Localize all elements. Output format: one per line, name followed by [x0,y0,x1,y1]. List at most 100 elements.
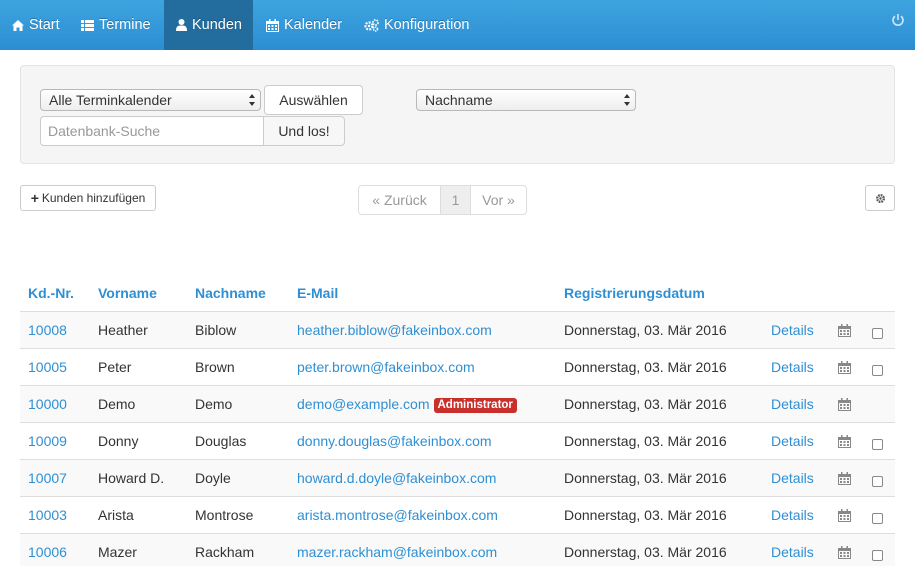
last-name-cell: Montrose [195,507,254,523]
customer-id-link[interactable]: 10003 [28,507,67,523]
calendar-select-value: Alle Terminkalender [49,92,172,108]
first-name-cell: Heather [98,322,148,338]
sort-select[interactable]: Nachname [416,89,636,111]
first-name-cell: Mazer [98,544,137,560]
header-customer-number[interactable]: Kd.-Nr. [28,285,74,301]
table-row: 10008 Heather Biblow heather.biblow@fakeinb… [20,311,895,348]
admin-badge: Administrator [433,398,517,413]
nav-label: Konfiguration [384,17,470,33]
registration-date-cell: Donnerstag, 03. Mär 2016 [564,396,727,412]
nav-item-konfiguration[interactable]: Konfiguration [364,0,469,50]
calendar-icon[interactable] [838,361,851,374]
customer-id-link[interactable]: 10000 [28,396,67,412]
header-first-name[interactable]: Vorname [98,285,157,301]
pager-next[interactable]: Vor » [471,186,526,214]
details-link[interactable]: Details [771,507,814,523]
email-link[interactable]: mazer.rackham@fakeinbox.com [297,544,497,560]
row-checkbox[interactable] [872,328,883,339]
row-checkbox[interactable] [872,476,883,487]
registration-date-cell: Donnerstag, 03. Mär 2016 [564,433,727,449]
nav-item-start[interactable]: Start [12,0,60,50]
top-navbar: Start Termine Kunden Kalender Konfigurat… [0,0,915,50]
table-row: 10005 Peter Brown peter.brown@fakeinbox.com… [20,348,895,385]
table-row: 10003 Arista Montrose arista.montrose@fakei… [20,496,895,533]
email-link[interactable]: heather.biblow@fakeinbox.com [297,322,492,338]
customer-id-link[interactable]: 10009 [28,433,67,449]
last-name-cell: Biblow [195,322,237,338]
select-button-label: Auswählen [279,92,348,108]
row-checkbox[interactable] [872,439,883,450]
email-link[interactable]: peter.brown@fakeinbox.com [297,359,475,375]
calendar-icon[interactable] [838,472,851,485]
table-row: 10000 Demo Demo demo@example.com Administrat… [20,385,895,422]
select-arrows-icon [624,94,630,106]
details-link[interactable]: Details [771,470,814,486]
last-name-cell: Douglas [195,433,247,449]
select-arrows-icon [249,94,255,106]
header-email[interactable]: E-Mail [297,285,338,301]
calendar-icon[interactable] [838,435,851,448]
search-input[interactable]: Datenbank-Suche [40,116,264,146]
registration-date-cell: Donnerstag, 03. Mär 2016 [564,322,727,338]
details-link[interactable]: Details [771,322,814,338]
plus-icon: + [30,190,39,206]
email-link[interactable]: donny.douglas@fakeinbox.com [297,433,492,449]
last-name-cell: Demo [195,396,233,412]
pagination: « Zurück 1 Vor » [358,185,527,215]
details-link[interactable]: Details [771,433,814,449]
header-last-name[interactable]: Nachname [195,285,266,301]
email-cell: donny.douglas@fakeinbox.com [297,433,492,449]
header-registration-date[interactable]: Registrierungsdatum [564,285,705,301]
pager-prev[interactable]: « Zurück [359,186,440,214]
list-icon [81,19,94,31]
customer-id-link[interactable]: 10005 [28,359,67,375]
search-button[interactable]: Und los! [263,116,345,146]
nav-label: Termine [99,17,151,33]
calendar-icon[interactable] [838,398,851,411]
nav-item-termine[interactable]: Termine [81,0,151,50]
registration-date-cell: Donnerstag, 03. Mär 2016 [564,470,727,486]
gear-icon [875,193,885,203]
first-name-cell: Howard D. [98,470,165,486]
power-icon[interactable] [891,13,905,27]
calendar-icon[interactable] [838,546,851,559]
search-button-label: Und los! [278,123,330,139]
first-name-cell: Demo [98,396,136,412]
settings-button[interactable] [865,185,895,211]
first-name-cell: Peter [98,359,132,375]
row-checkbox[interactable] [872,513,883,524]
details-link[interactable]: Details [771,359,814,375]
last-name-cell: Doyle [195,470,231,486]
row-checkbox[interactable] [872,365,883,376]
table-row: 10006 Mazer Rackham mazer.rackham@fakeinbox… [20,533,895,566]
nav-item-kunden[interactable]: Kunden [164,0,253,50]
nav-item-kalender[interactable]: Kalender [266,0,342,50]
registration-date-cell: Donnerstag, 03. Mär 2016 [564,507,727,523]
home-icon [12,19,24,31]
calendar-select[interactable]: Alle Terminkalender [40,89,261,111]
nav-label: Kalender [284,17,343,33]
customer-id-link[interactable]: 10007 [28,470,67,486]
user-icon [176,19,187,31]
email-link[interactable]: demo@example.com [297,396,430,412]
table-row: 10009 Donny Douglas donny.douglas@fakeinbox… [20,422,895,459]
details-link[interactable]: Details [771,396,814,412]
calendar-icon[interactable] [838,324,851,337]
email-link[interactable]: howard.d.doyle@fakeinbox.com [297,470,496,486]
nav-label: Start [29,17,60,33]
add-customer-button[interactable]: + Kunden hinzufügen [20,185,156,211]
registration-date-cell: Donnerstag, 03. Mär 2016 [564,544,727,560]
add-customer-label: Kunden hinzufügen [41,191,146,205]
pager-page[interactable]: 1 [440,186,471,214]
customer-id-link[interactable]: 10008 [28,322,67,338]
calendar-icon[interactable] [838,509,851,522]
email-link[interactable]: arista.montrose@fakeinbox.com [297,507,498,523]
customer-id-link[interactable]: 10006 [28,544,67,560]
registration-date-cell: Donnerstag, 03. Mär 2016 [564,359,727,375]
email-cell: arista.montrose@fakeinbox.com [297,507,498,523]
calendar-icon [266,18,279,32]
email-cell: mazer.rackham@fakeinbox.com [297,544,497,560]
select-button[interactable]: Auswählen [264,85,363,115]
row-checkbox[interactable] [872,550,883,561]
details-link[interactable]: Details [771,544,814,560]
